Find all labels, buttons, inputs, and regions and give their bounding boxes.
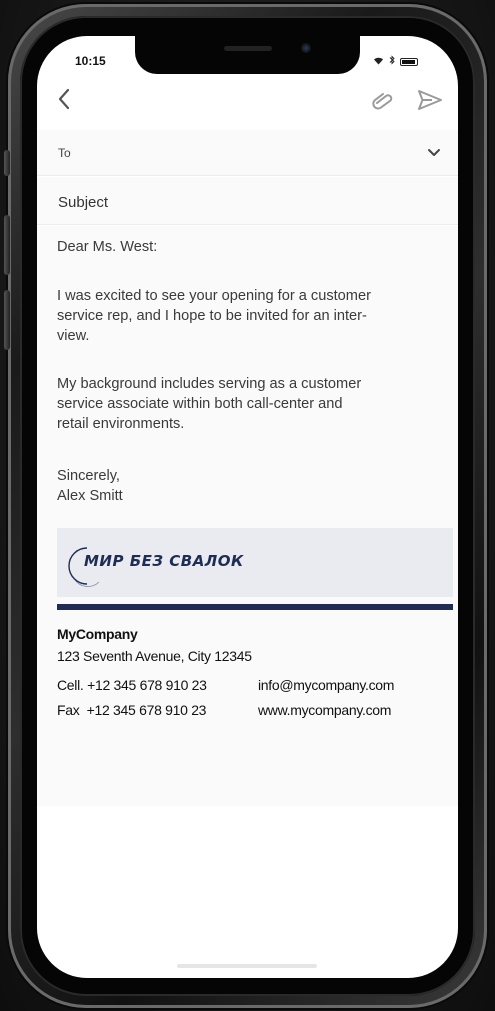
volume-down-button (4, 290, 10, 350)
greeting: Dear Ms. West: (57, 239, 158, 255)
status-time: 10:15 (75, 54, 106, 68)
signature-website[interactable]: www.mycompany.com (258, 702, 391, 718)
speaker-grille (224, 46, 272, 51)
chevron-down-icon (428, 149, 440, 156)
signature-fax: Fax +12 345 678 910 23 (57, 702, 207, 718)
home-indicator[interactable] (177, 964, 317, 968)
paragraph-2-line-2: service associate within both call-cente… (57, 396, 343, 412)
subject-placeholder: Subject (58, 194, 109, 211)
status-icons (373, 55, 418, 68)
expand-recipients-button[interactable] (424, 142, 444, 162)
paragraph-1-line-3: view. (57, 328, 90, 344)
signature-logo-banner: МИР БЕЗ СВАЛОК (57, 528, 453, 597)
side-button (4, 150, 10, 176)
paragraph-1-line-1: I was excited to see your opening for a … (57, 288, 371, 304)
paragraph-1-line-2: service rep, and I hope to be invited fo… (57, 308, 367, 324)
signature-cell: Cell. +12 345 678 910 23 (57, 677, 207, 693)
signature-company: MyCompany (57, 626, 138, 642)
bluetooth-icon (389, 55, 395, 68)
paperclip-icon (372, 93, 393, 110)
phone-screen: 10:15 To Subject Dear Ms. West: I was ex… (37, 36, 458, 978)
closing: Sincerely, (57, 468, 120, 484)
to-label: To (58, 146, 71, 160)
subject-field[interactable]: Subject (37, 177, 458, 225)
send-button[interactable] (416, 86, 444, 114)
chevron-left-icon (58, 88, 70, 110)
compose-toolbar (37, 80, 458, 120)
paragraph-2-line-3: retail environments. (57, 416, 185, 432)
signature-address: 123 Seventh Avenue, City 12345 (57, 648, 252, 664)
message-body[interactable]: Dear Ms. West: I was excited to see your… (37, 226, 458, 806)
to-input[interactable] (87, 140, 391, 168)
sender-name: Alex Smitt (57, 488, 123, 504)
battery-icon (400, 57, 418, 66)
wifi-icon (373, 56, 384, 68)
battery-level (402, 59, 415, 64)
to-field-row[interactable]: To (37, 130, 458, 176)
back-button[interactable] (49, 84, 79, 114)
send-icon (418, 90, 442, 110)
company-logo: МИР БЕЗ СВАЛОК (84, 552, 244, 570)
notch (135, 36, 360, 74)
front-camera (301, 43, 311, 53)
volume-up-button (4, 215, 10, 275)
attach-button[interactable] (370, 88, 396, 112)
signature-email[interactable]: info@mycompany.com (258, 677, 394, 693)
signature-divider (57, 604, 453, 610)
paragraph-2-line-1: My background includes serving as a cust… (57, 376, 362, 392)
